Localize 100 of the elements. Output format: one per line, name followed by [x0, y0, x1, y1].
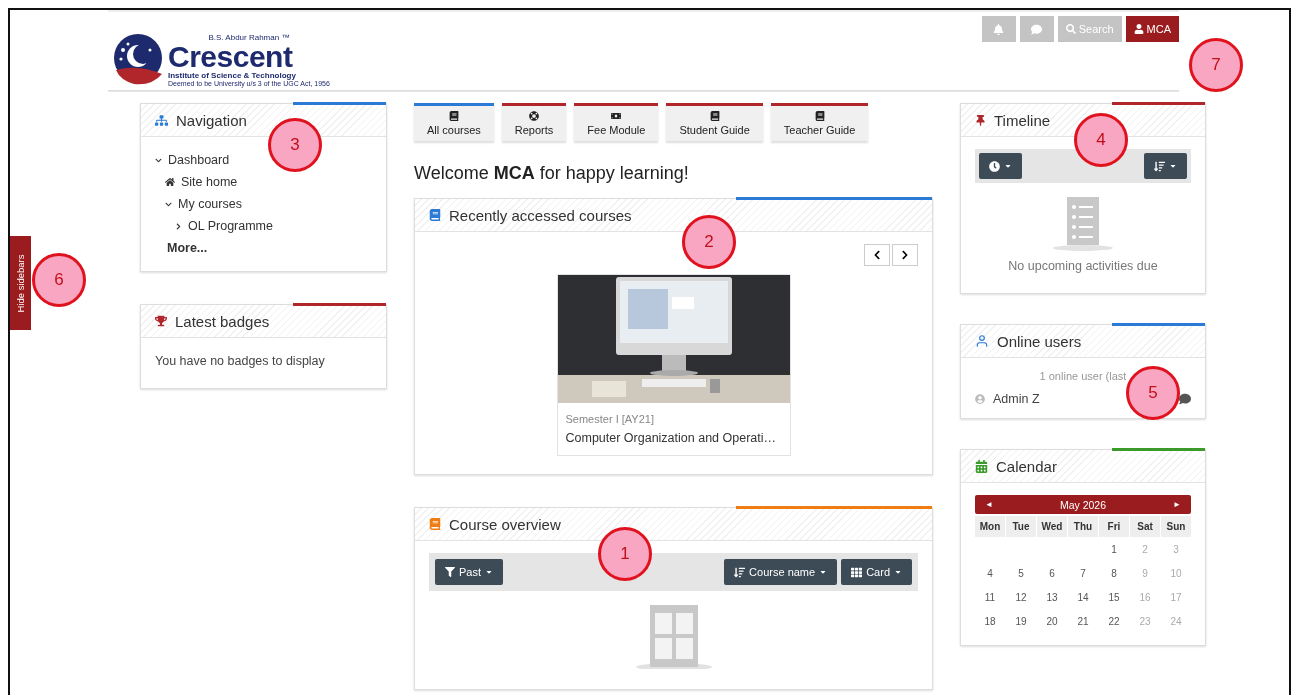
weekday-header: Sat: [1130, 516, 1160, 537]
course-card[interactable]: Semester I [AY21] Computer Organization and Operati…: [556, 274, 791, 456]
list-document-icon: [1051, 197, 1115, 251]
previous-button[interactable]: [864, 244, 890, 266]
book-icon: [429, 518, 441, 530]
calendar-day[interactable]: 12: [1006, 586, 1036, 609]
previous-month-link[interactable]: ◄: [985, 500, 993, 509]
shortcut-tile[interactable]: Teacher Guide: [770, 103, 869, 141]
nav-link[interactable]: More...: [155, 241, 208, 255]
filter-icon: [445, 567, 455, 577]
calendar-day[interactable]: 15: [1099, 586, 1129, 609]
home-icon: [165, 177, 175, 187]
next-month-link[interactable]: ►: [1173, 500, 1181, 509]
trophy-icon: [155, 315, 167, 327]
message-icon[interactable]: [1179, 393, 1191, 405]
number-callout: 6: [32, 253, 86, 307]
block-title: Online users: [997, 332, 1082, 350]
calendar-day[interactable]: 19: [1006, 610, 1036, 633]
caret-icon: [894, 568, 902, 576]
weekday-header: Thu: [1068, 516, 1098, 537]
logo-name: Crescent: [168, 41, 294, 72]
calendar-day[interactable]: 21: [1068, 610, 1098, 633]
chevron-down-icon[interactable]: [165, 200, 172, 208]
course-name-link[interactable]: Computer Organization and Operati…: [557, 427, 790, 455]
nav-link[interactable]: OL Programme: [188, 219, 273, 233]
book-icon: [448, 111, 459, 121]
lifebuoy-icon: [529, 111, 540, 121]
calendar-day[interactable]: 1: [1099, 538, 1129, 561]
user-icon: [1133, 24, 1144, 34]
book-icon: [814, 111, 825, 121]
logo-tagline: B.S. Abdur Rahman ™: [208, 33, 290, 42]
calendar-day[interactable]: 11: [975, 586, 1005, 609]
pin-icon: [975, 114, 986, 126]
shortcut-tile[interactable]: Reports: [501, 103, 567, 141]
nav-link[interactable]: Dashboard: [168, 153, 230, 167]
number-callout: 7: [1189, 38, 1243, 92]
bell-icon: [993, 23, 1005, 35]
calendar-day[interactable]: 4: [975, 562, 1005, 585]
weekday-header: Wed: [1037, 516, 1067, 537]
caret-icon: [1169, 162, 1177, 170]
caret-icon: [1004, 162, 1012, 170]
sort-dropdown[interactable]: Course name: [724, 559, 838, 585]
nav-link[interactable]: My courses: [178, 197, 242, 211]
grid-icon: [851, 566, 863, 578]
block-title: Course overview: [449, 515, 561, 533]
chevron-down-icon[interactable]: [155, 156, 162, 164]
online-summary: 1 online user (last: [1038, 370, 1128, 382]
block-title: Latest badges: [175, 312, 270, 330]
clock-icon: [989, 160, 1000, 172]
avatar-icon: [975, 394, 985, 404]
caret-icon: [485, 568, 493, 576]
view-dropdown[interactable]: Card: [841, 559, 912, 585]
chevron-right-icon: [900, 250, 910, 260]
sort-icon: [1154, 160, 1165, 172]
next-button[interactable]: [892, 244, 918, 266]
course-category: Semester I [AY21]: [564, 412, 655, 427]
calendar-day[interactable]: 13: [1037, 586, 1067, 609]
block-title: Timeline: [994, 111, 1051, 129]
time-filter-dropdown[interactable]: [979, 153, 1022, 179]
weekday-header: Fri: [1099, 516, 1129, 537]
book-icon: [709, 111, 720, 121]
banknote-icon: [611, 111, 622, 121]
user-menu-button[interactable]: MCA: [1125, 16, 1179, 42]
calendar-day[interactable]: 20: [1037, 610, 1067, 633]
sort-icon: [734, 566, 746, 578]
weekday-header: Mon: [975, 516, 1005, 537]
calendar-day[interactable]: 18: [975, 610, 1005, 633]
empty-message: You have no badges to display: [155, 353, 326, 370]
sort-dropdown[interactable]: [1144, 153, 1187, 179]
calendar-day[interactable]: 5: [1006, 562, 1036, 585]
block-title: Calendar: [996, 457, 1057, 475]
hide-sidebars-tab[interactable]: Hide sidebars: [10, 236, 31, 330]
logo-subtitle: Institute of Science & Technology: [168, 71, 296, 80]
caret-icon: [819, 568, 828, 576]
welcome-message: Welcome MCA for happy learning!: [414, 163, 690, 184]
block-title: Navigation: [176, 111, 247, 129]
search-icon: [1065, 24, 1076, 34]
chat-icon: [1031, 23, 1043, 35]
weekday-header: Tue: [1006, 516, 1036, 537]
filter-dropdown[interactable]: Past: [435, 559, 503, 585]
chevron-right-icon[interactable]: [175, 222, 182, 230]
weekday-header: Sun: [1161, 516, 1191, 537]
crescent-logo-icon: [112, 34, 164, 86]
user-icon: [975, 334, 989, 348]
calendar-day[interactable]: 8: [1099, 562, 1129, 585]
shortcut-tile[interactable]: Student Guide: [666, 103, 763, 141]
shortcut-tile[interactable]: Fee Module: [574, 103, 659, 141]
block-title: Recently accessed courses: [449, 206, 632, 224]
calendar-day[interactable]: 22: [1099, 610, 1129, 633]
sitemap-icon: [155, 113, 168, 127]
calendar-day[interactable]: 14: [1068, 586, 1098, 609]
book-icon: [429, 209, 441, 221]
calendar-day[interactable]: 6: [1037, 562, 1067, 585]
empty-message: No upcoming activities due: [1008, 259, 1158, 273]
calendar-day[interactable]: 7: [1068, 562, 1098, 585]
chevron-left-icon: [872, 250, 882, 260]
shortcut-tile[interactable]: All courses: [414, 103, 494, 141]
nav-link[interactable]: Site home: [181, 175, 238, 189]
month-title: May 2026: [1059, 498, 1107, 511]
calendar-icon: [975, 459, 988, 473]
